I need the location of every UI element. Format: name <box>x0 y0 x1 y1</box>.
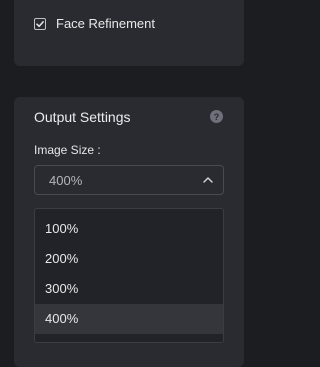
face-refinement-checkbox[interactable] <box>34 17 46 30</box>
image-size-select[interactable]: 400% <box>34 165 224 195</box>
face-refinement-label: Face Refinement <box>56 16 155 31</box>
image-size-value: 400% <box>49 172 83 188</box>
option-400[interactable]: 400% <box>35 304 223 334</box>
section-title: Output Settings <box>34 109 131 125</box>
refinement-panel: Face Refinement <box>14 0 244 66</box>
option-100[interactable]: 100% <box>35 214 223 244</box>
image-size-label: Image Size : <box>34 143 101 157</box>
help-icon[interactable]: ? <box>210 110 223 123</box>
image-size-dropdown: 100% 200% 300% 400% <box>34 208 224 343</box>
face-refinement-option[interactable]: Face Refinement <box>34 16 155 31</box>
option-300[interactable]: 300% <box>35 274 223 304</box>
option-200[interactable]: 200% <box>35 244 223 274</box>
chevron-up-icon <box>202 174 214 186</box>
checkmark-icon <box>36 20 44 27</box>
